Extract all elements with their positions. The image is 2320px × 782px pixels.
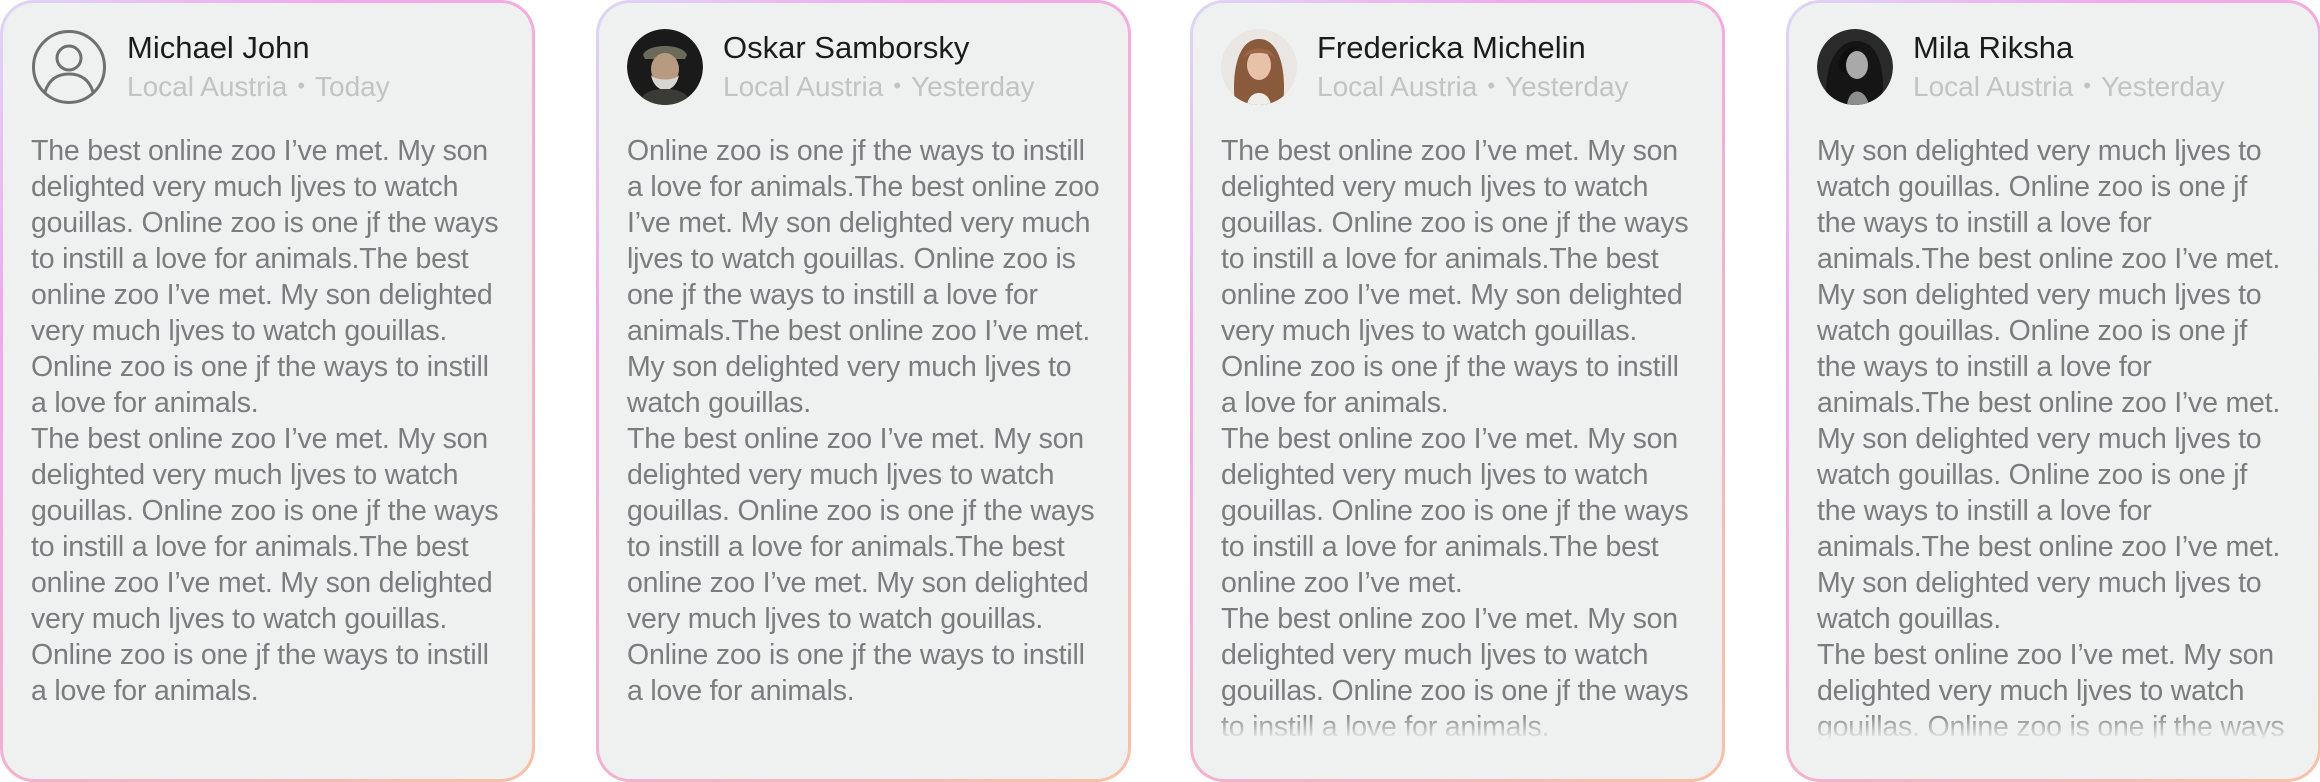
reviews-list: Michael John Local Austria • Today The bes…: [0, 0, 2320, 782]
reviewer-location: Local Austria: [1317, 70, 1478, 102]
review-paragraph: The best online zoo I’ve met. My son del…: [627, 423, 1095, 707]
text-fade: [31, 713, 506, 743]
review-date: Yesterday: [911, 70, 1035, 102]
avatar: [627, 29, 703, 105]
review-date: Yesterday: [2101, 70, 2225, 102]
review-meta: Local Austria • Yesterday: [723, 67, 1035, 106]
avatar: [1221, 29, 1297, 105]
text-fade: [1221, 713, 1696, 743]
meta-separator: •: [1487, 72, 1496, 98]
avatar: [1817, 29, 1893, 105]
review-card: Mila Riksha Local Austria • Yesterday My s…: [1786, 0, 2320, 782]
review-header: Fredericka Michelin Local Austria • Yester…: [1221, 29, 1696, 105]
review-date: Today: [315, 70, 390, 102]
review-meta: Local Austria • Yesterday: [1317, 67, 1629, 106]
meta-separator: •: [2083, 72, 2092, 98]
review-card-body: Michael John Local Austria • Today The bes…: [3, 3, 532, 779]
review-header: Mila Riksha Local Austria • Yesterday: [1817, 29, 2292, 105]
review-card-body: Fredericka Michelin Local Austria • Yester…: [1193, 3, 1722, 779]
review-header: Oskar Samborsky Local Austria • Yesterday: [627, 29, 1102, 105]
review-text: My son delighted very much ljves to watc…: [1817, 133, 2292, 743]
reviewer-name: Mila Riksha: [1913, 29, 2074, 65]
reviewer-name: Oskar Samborsky: [723, 29, 970, 65]
meta-separator: •: [297, 72, 306, 98]
reviewer-location: Local Austria: [127, 70, 288, 102]
meta-separator: •: [893, 72, 902, 98]
review-date: Yesterday: [1505, 70, 1629, 102]
text-fade: [1817, 713, 2292, 743]
review-meta: Local Austria • Today: [127, 67, 390, 106]
review-card: Oskar Samborsky Local Austria • Yesterday …: [596, 0, 1131, 782]
review-text: Online zoo is one jf the ways to instill…: [627, 133, 1102, 743]
review-card-body: Mila Riksha Local Austria • Yesterday My s…: [1789, 3, 2318, 779]
review-text: The best online zoo I’ve met. My son del…: [1221, 133, 1696, 743]
review-text: The best online zoo I’ve met. My son del…: [31, 133, 506, 743]
review-card-body: Oskar Samborsky Local Austria • Yesterday …: [599, 3, 1128, 779]
review-card: Fredericka Michelin Local Austria • Yester…: [1190, 0, 1725, 782]
review-paragraph: The best online zoo I’ve met. My son del…: [31, 423, 499, 707]
review-paragraph: My son delighted very much ljves to watc…: [1817, 135, 2281, 635]
review-header: Michael John Local Austria • Today: [31, 29, 506, 105]
review-meta: Local Austria • Yesterday: [1913, 67, 2225, 106]
review-paragraph: The best online zoo I’ve met. My son del…: [31, 135, 499, 419]
text-fade: [627, 713, 1102, 743]
review-paragraph: Online zoo is one jf the ways to instill…: [627, 135, 1100, 419]
user-outline-icon: [31, 29, 107, 105]
reviewer-name: Fredericka Michelin: [1317, 29, 1586, 65]
reviewer-name: Michael John: [127, 29, 310, 65]
review-paragraph: The best online zoo I’ve met. My son del…: [1221, 135, 1689, 419]
review-paragraph: The best online zoo I’ve met. My son del…: [1221, 423, 1689, 599]
review-card: Michael John Local Austria • Today The bes…: [0, 0, 535, 782]
reviewer-location: Local Austria: [723, 70, 884, 102]
reviewer-location: Local Austria: [1913, 70, 2074, 102]
